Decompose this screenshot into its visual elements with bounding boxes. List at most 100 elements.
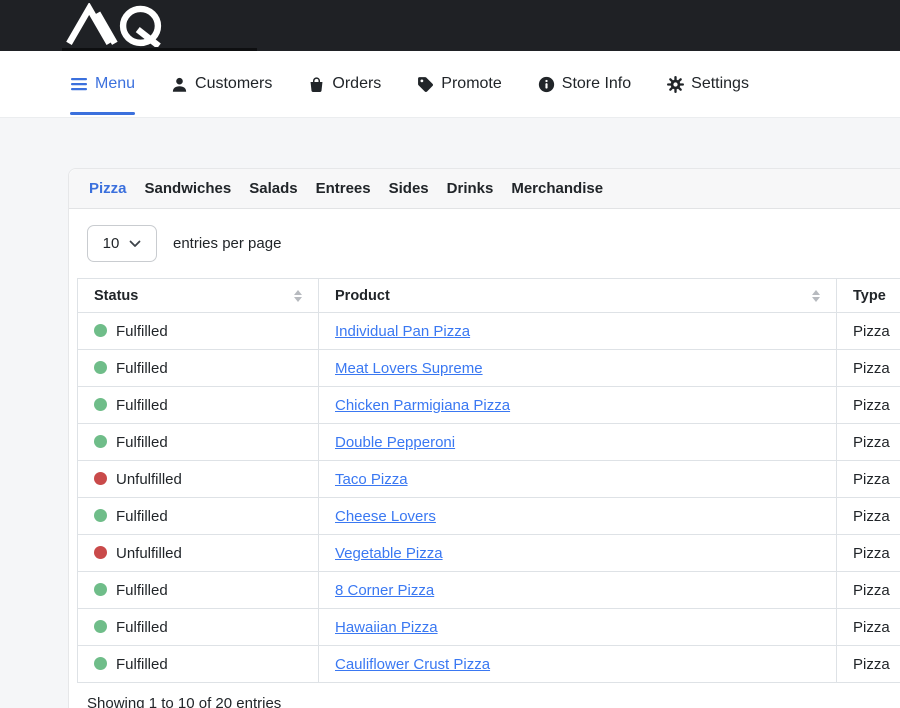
hamburger-icon: [70, 76, 88, 92]
product-link[interactable]: Meat Lovers Supreme: [335, 360, 483, 377]
status-label: Fulfilled: [116, 582, 168, 599]
column-header-label: Product: [335, 288, 390, 304]
column-header-status[interactable]: Status: [78, 279, 319, 313]
type-cell: Pizza: [837, 461, 900, 498]
status-dot-icon: [94, 361, 107, 374]
status-label: Fulfilled: [116, 619, 168, 636]
table-row: Fulfilled Chicken Parmigiana Pizza Pizza: [78, 387, 900, 424]
nav-item-label: Menu: [95, 75, 135, 93]
table-row: Fulfilled Individual Pan Pizza Pizza: [78, 313, 900, 350]
table-body: Fulfilled Individual Pan Pizza Pizza Ful…: [78, 313, 900, 683]
type-cell: Pizza: [837, 498, 900, 535]
type-cell: Pizza: [837, 350, 900, 387]
entries-per-page-value: 10: [103, 235, 120, 252]
nav-item-label: Promote: [441, 75, 501, 93]
table-row: Fulfilled Meat Lovers Supreme Pizza: [78, 350, 900, 387]
column-header-label: Status: [94, 288, 138, 304]
product-link[interactable]: Taco Pizza: [335, 471, 408, 488]
card-body: 10 entries per page Status Product Type: [69, 209, 900, 708]
aiq-logo-icon: [62, 3, 175, 47]
table-header-row: Status Product Type: [78, 279, 900, 313]
entries-per-page-select[interactable]: 10: [87, 225, 157, 262]
top-black-bar: [0, 0, 900, 51]
tab-label: Drinks: [447, 180, 494, 197]
table-row: Fulfilled Cheese Lovers Pizza: [78, 498, 900, 535]
status-label: Fulfilled: [116, 360, 168, 377]
nav-item-store-info[interactable]: Store Info: [538, 51, 631, 117]
product-link[interactable]: Double Pepperoni: [335, 434, 455, 451]
status-dot-icon: [94, 546, 107, 559]
tab-entrees[interactable]: Entrees: [316, 180, 371, 197]
tag-icon: [417, 76, 434, 93]
nav-item-label: Settings: [691, 75, 749, 93]
entries-per-page-label: entries per page: [173, 235, 281, 252]
products-table: Status Product Type Fulfilled Individual…: [77, 278, 900, 683]
table-row: Fulfilled Double Pepperoni Pizza: [78, 424, 900, 461]
nav-item-promote[interactable]: Promote: [417, 51, 501, 117]
type-cell: Pizza: [837, 313, 900, 350]
status-dot-icon: [94, 472, 107, 485]
table-row: Fulfilled Cauliflower Crust Pizza Pizza: [78, 646, 900, 683]
user-icon: [171, 76, 188, 93]
table-row: Unfulfilled Vegetable Pizza Pizza: [78, 535, 900, 572]
nav-item-orders[interactable]: Orders: [308, 51, 381, 117]
type-cell: Pizza: [837, 424, 900, 461]
product-link[interactable]: 8 Corner Pizza: [335, 582, 434, 599]
tab-label: Sides: [389, 180, 429, 197]
tab-salads[interactable]: Salads: [249, 180, 297, 197]
tab-sandwiches[interactable]: Sandwiches: [145, 180, 232, 197]
status-dot-icon: [94, 435, 107, 448]
tab-sides[interactable]: Sides: [389, 180, 429, 197]
type-cell: Pizza: [837, 535, 900, 572]
type-cell: Pizza: [837, 609, 900, 646]
gear-icon: [667, 76, 684, 93]
nav-item-menu[interactable]: Menu: [70, 51, 135, 117]
status-dot-icon: [94, 509, 107, 522]
product-link[interactable]: Vegetable Pizza: [335, 545, 443, 562]
status-dot-icon: [94, 324, 107, 337]
column-header-type[interactable]: Type: [837, 279, 900, 313]
type-cell: Pizza: [837, 646, 900, 683]
product-link[interactable]: Individual Pan Pizza: [335, 323, 470, 340]
nav-item-label: Orders: [332, 75, 381, 93]
column-header-product[interactable]: Product: [319, 279, 837, 313]
product-link[interactable]: Cheese Lovers: [335, 508, 436, 525]
tab-pizza[interactable]: Pizza: [89, 180, 127, 197]
product-link[interactable]: Hawaiian Pizza: [335, 619, 438, 636]
nav-item-label: Customers: [195, 75, 272, 93]
status-dot-icon: [94, 583, 107, 596]
sort-icon[interactable]: [294, 290, 302, 302]
product-link[interactable]: Cauliflower Crust Pizza: [335, 656, 490, 673]
status-label: Fulfilled: [116, 397, 168, 414]
navbar: Menu Customers Orders Promote Store Info…: [0, 51, 900, 118]
aiq-logo: [62, 3, 175, 52]
type-cell: Pizza: [837, 572, 900, 609]
tab-drinks[interactable]: Drinks: [447, 180, 494, 197]
column-header-label: Type: [853, 288, 886, 304]
table-summary: Showing 1 to 10 of 20 entries: [85, 695, 900, 708]
status-label: Unfulfilled: [116, 545, 182, 562]
table-row: Fulfilled Hawaiian Pizza Pizza: [78, 609, 900, 646]
status-label: Fulfilled: [116, 434, 168, 451]
table-row: Unfulfilled Taco Pizza Pizza: [78, 461, 900, 498]
chevron-down-icon: [129, 240, 141, 248]
nav-item-customers[interactable]: Customers: [171, 51, 272, 117]
table-row: Fulfilled 8 Corner Pizza Pizza: [78, 572, 900, 609]
tab-merchandise[interactable]: Merchandise: [511, 180, 603, 197]
status-label: Unfulfilled: [116, 471, 182, 488]
tab-label: Sandwiches: [145, 180, 232, 197]
sort-icon[interactable]: [812, 290, 820, 302]
status-dot-icon: [94, 620, 107, 633]
info-icon: [538, 76, 555, 93]
status-label: Fulfilled: [116, 508, 168, 525]
status-label: Fulfilled: [116, 323, 168, 340]
entries-row: 10 entries per page: [85, 225, 900, 262]
status-dot-icon: [94, 657, 107, 670]
type-cell: Pizza: [837, 387, 900, 424]
product-link[interactable]: Chicken Parmigiana Pizza: [335, 397, 510, 414]
nav-item-settings[interactable]: Settings: [667, 51, 749, 117]
tab-label: Salads: [249, 180, 297, 197]
tab-label: Merchandise: [511, 180, 603, 197]
status-dot-icon: [94, 398, 107, 411]
status-label: Fulfilled: [116, 656, 168, 673]
